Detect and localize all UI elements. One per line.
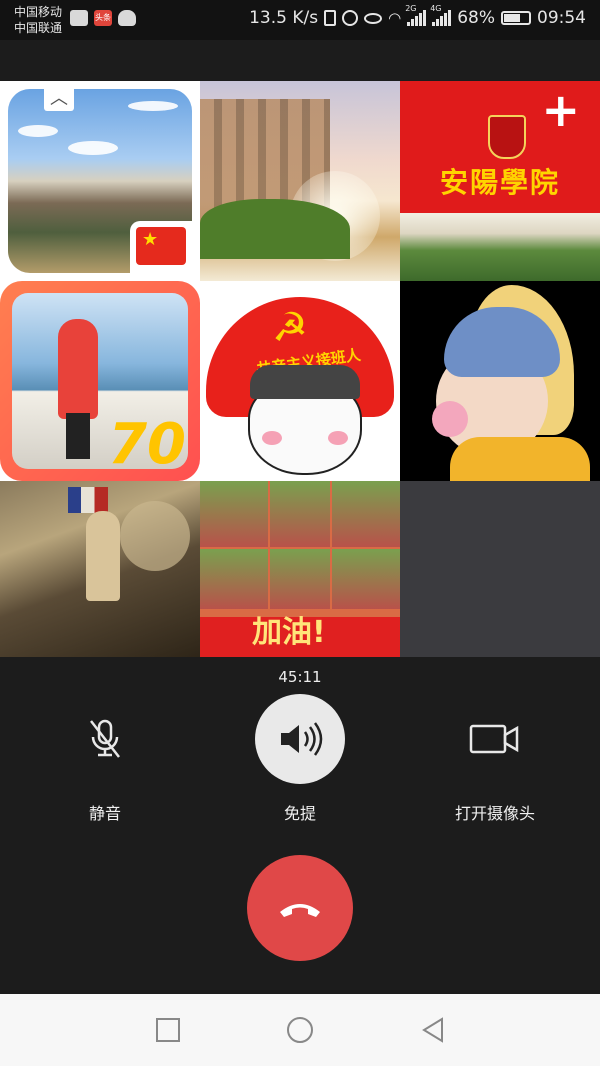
speaker-icon [281, 722, 323, 756]
qq-icon [118, 10, 136, 26]
college-crest-icon [488, 115, 526, 159]
signal-2-label: 4G [430, 4, 442, 13]
mute-icon-wrap[interactable] [60, 694, 150, 784]
speaker-icon-wrap[interactable] [255, 694, 345, 784]
hammer-sickle-icon: ☭ [272, 305, 308, 351]
collapse-chevron-icon[interactable]: ︿ [44, 85, 74, 111]
carrier-1: 中国移动 [14, 5, 63, 19]
recents-square-icon[interactable] [154, 1016, 182, 1044]
activity-icon [70, 10, 88, 26]
clock: 09:54 [537, 8, 586, 28]
china-flag-icon: ★ [136, 227, 186, 265]
empty-tile [400, 481, 600, 657]
mute-label: 静音 [88, 804, 121, 823]
toutiao-badge-label: 头条 [95, 13, 111, 22]
system-nav-bar [0, 994, 600, 1066]
call-duration: 45:11 [278, 668, 322, 686]
camera-label: 打开摄像头 [454, 804, 535, 823]
signal-1-icon: 2G [405, 4, 427, 26]
toutiao-icon: 头条 [94, 10, 112, 26]
jiayou-text: 加油! [252, 615, 326, 650]
painting-figure [86, 511, 120, 601]
speaker-label: 免提 [283, 804, 316, 823]
signal-1-label: 2G [405, 4, 417, 13]
participant-tile-8[interactable]: 加油! [200, 481, 400, 657]
participant-tile-7[interactable] [0, 481, 200, 657]
video-camera-icon [469, 724, 519, 754]
participant-tile-4[interactable]: 70 [0, 281, 200, 481]
tricolor-flag [68, 487, 108, 513]
hangup-phone-icon [280, 904, 320, 917]
mute-button[interactable]: 静音 [25, 694, 185, 824]
add-participant-icon[interactable]: + [541, 87, 580, 133]
status-right: 13.5 K/s ◠ 2G 4G 68% 09:54 [249, 4, 586, 28]
mic-off-icon [90, 719, 120, 758]
camera-button[interactable]: 打开摄像头 [415, 694, 575, 824]
back-triangle-icon[interactable] [420, 1016, 448, 1044]
hangup-button[interactable] [247, 855, 353, 961]
bubblegum [432, 401, 468, 437]
trees [200, 199, 350, 259]
participant-tile-1[interactable]: ︿ ★ [0, 81, 200, 281]
status-bar: 中国移动 中国联通 头条 13.5 K/s ◠ 2G 4G 68% 09:54 [0, 0, 600, 40]
participant-tile-3[interactable]: 安陽學院 + [400, 81, 600, 281]
participant-tile-2[interactable] [200, 81, 400, 281]
camera-icon-wrap[interactable] [450, 694, 540, 784]
college-name-logo: 安陽學院 [439, 166, 560, 199]
campus-photo [400, 213, 600, 281]
speaker-button[interactable]: 免提 [220, 694, 380, 824]
china-flag-badge: ★ [130, 221, 192, 273]
vibrate-icon [324, 10, 337, 26]
participant-grid: ︿ ★ 安陽學院 + 70 ☭ 共产主义接班人 加油! [0, 81, 600, 657]
net-speed: 13.5 K/s [249, 8, 319, 28]
participant-tile-5[interactable]: ☭ 共产主义接班人 [200, 281, 400, 481]
notification-icons: 头条 [70, 10, 136, 26]
carrier-2: 中国联通 [14, 21, 63, 35]
seventy-logo: 70 [108, 412, 186, 477]
signal-2-icon: 4G [430, 4, 452, 26]
battery-icon [501, 11, 531, 25]
participant-tile-6[interactable] [400, 281, 600, 481]
carrier-info: 中国移动 中国联通 [14, 4, 62, 36]
alarm-icon [342, 10, 359, 26]
home-circle-icon[interactable] [286, 1016, 314, 1044]
battery-percent: 68% [457, 8, 495, 28]
wifi-icon: ◠ [388, 9, 402, 27]
eye-icon [364, 12, 383, 24]
